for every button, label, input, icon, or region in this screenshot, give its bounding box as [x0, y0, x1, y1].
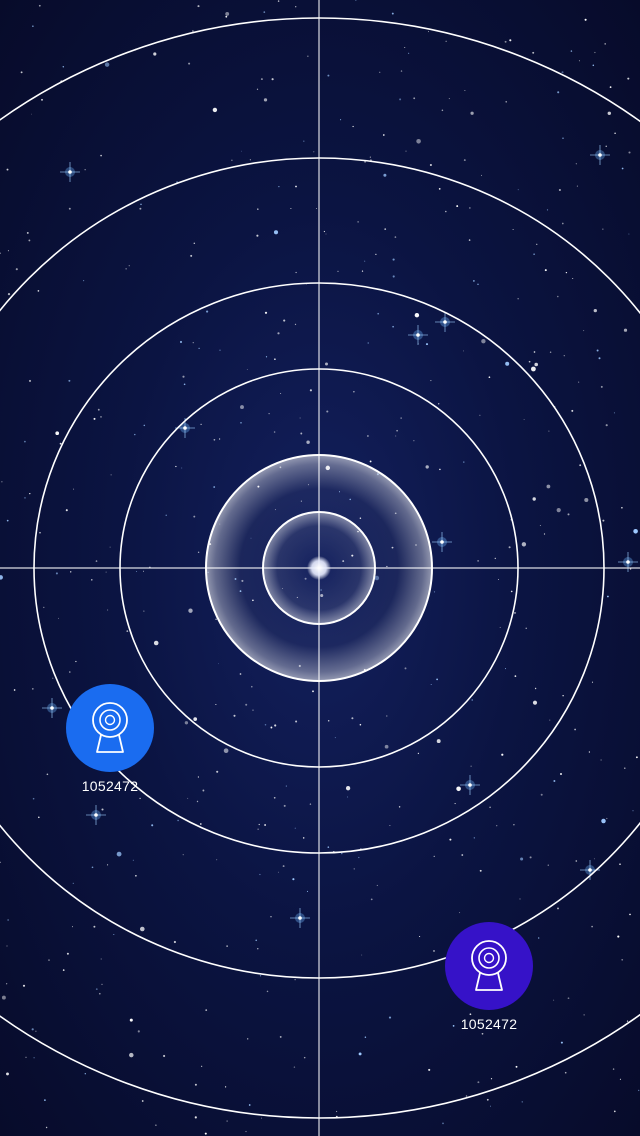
- webcam-icon: [471, 940, 507, 991]
- device-marker[interactable]: 1052472: [429, 922, 549, 1032]
- device-id-label: 1052472: [81, 778, 139, 794]
- center-dot: [307, 556, 331, 580]
- radar-screen: 1052472 1052472: [0, 0, 640, 1136]
- device-marker[interactable]: 1052472: [50, 684, 170, 794]
- webcam-icon: [92, 702, 128, 753]
- device-circle[interactable]: [66, 684, 154, 772]
- device-id-label: 1052472: [460, 1016, 518, 1032]
- device-circle[interactable]: [445, 922, 533, 1010]
